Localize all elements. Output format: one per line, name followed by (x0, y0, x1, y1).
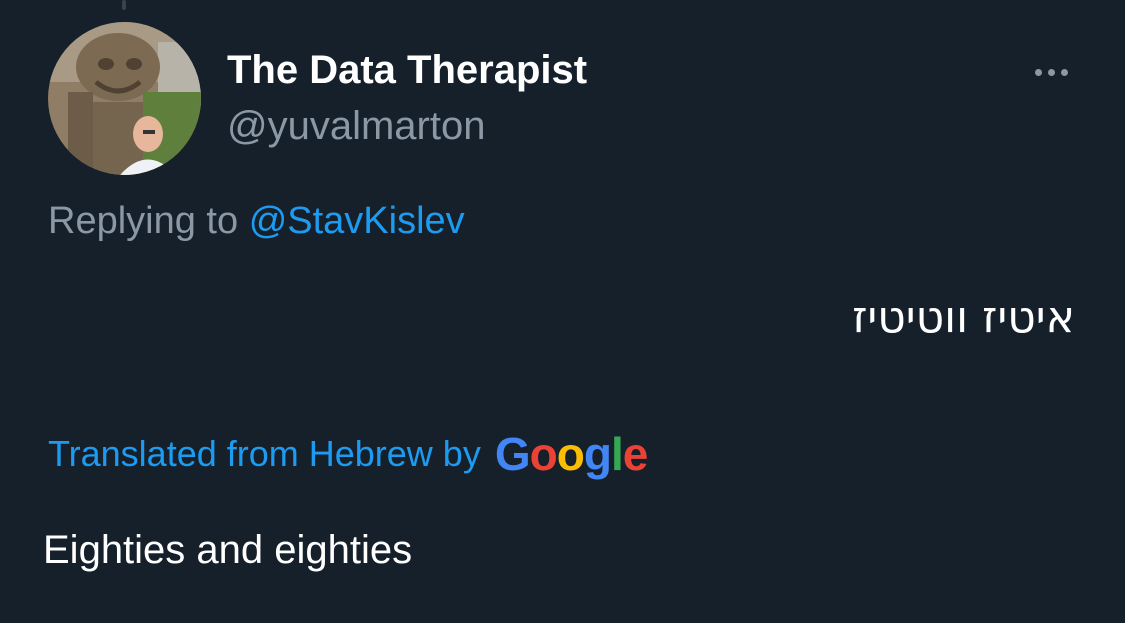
author-handle[interactable]: @yuvalmarton (227, 104, 485, 149)
tweet-translated-text: Eighties and eighties (43, 528, 413, 572)
avatar[interactable] (48, 22, 201, 175)
reply-context: Replying to @StavKislev (48, 200, 465, 243)
translation-attribution-label: Translated from Hebrew by (48, 433, 481, 474)
more-horizontal-icon (1034, 68, 1042, 76)
google-logo: Google (494, 427, 649, 481)
tweet-original-text: איטיז ווטיטיז (852, 292, 1075, 343)
thread-connector-line (122, 0, 126, 10)
tweet-card: The Data Therapist @yuvalmarton Replying… (0, 0, 1125, 623)
google-logo-letter: o (556, 428, 585, 480)
translation-attribution[interactable]: Translated from Hebrew by Google (48, 426, 649, 482)
more-horizontal-icon (1047, 68, 1055, 76)
google-logo-letter: o (529, 428, 558, 480)
profile-photo-icon (48, 22, 201, 175)
reply-mention-link[interactable]: @StavKislev (249, 200, 465, 242)
google-logo-letter: l (610, 428, 624, 480)
more-options-button[interactable] (1024, 56, 1078, 88)
google-logo-letter: g (583, 428, 612, 480)
google-logo-letter: e (622, 428, 649, 480)
google-logo-letter: G (494, 428, 531, 480)
reply-context-prefix: Replying to (48, 200, 239, 242)
author-display-name[interactable]: The Data Therapist (227, 48, 587, 93)
more-horizontal-icon (1060, 68, 1068, 76)
